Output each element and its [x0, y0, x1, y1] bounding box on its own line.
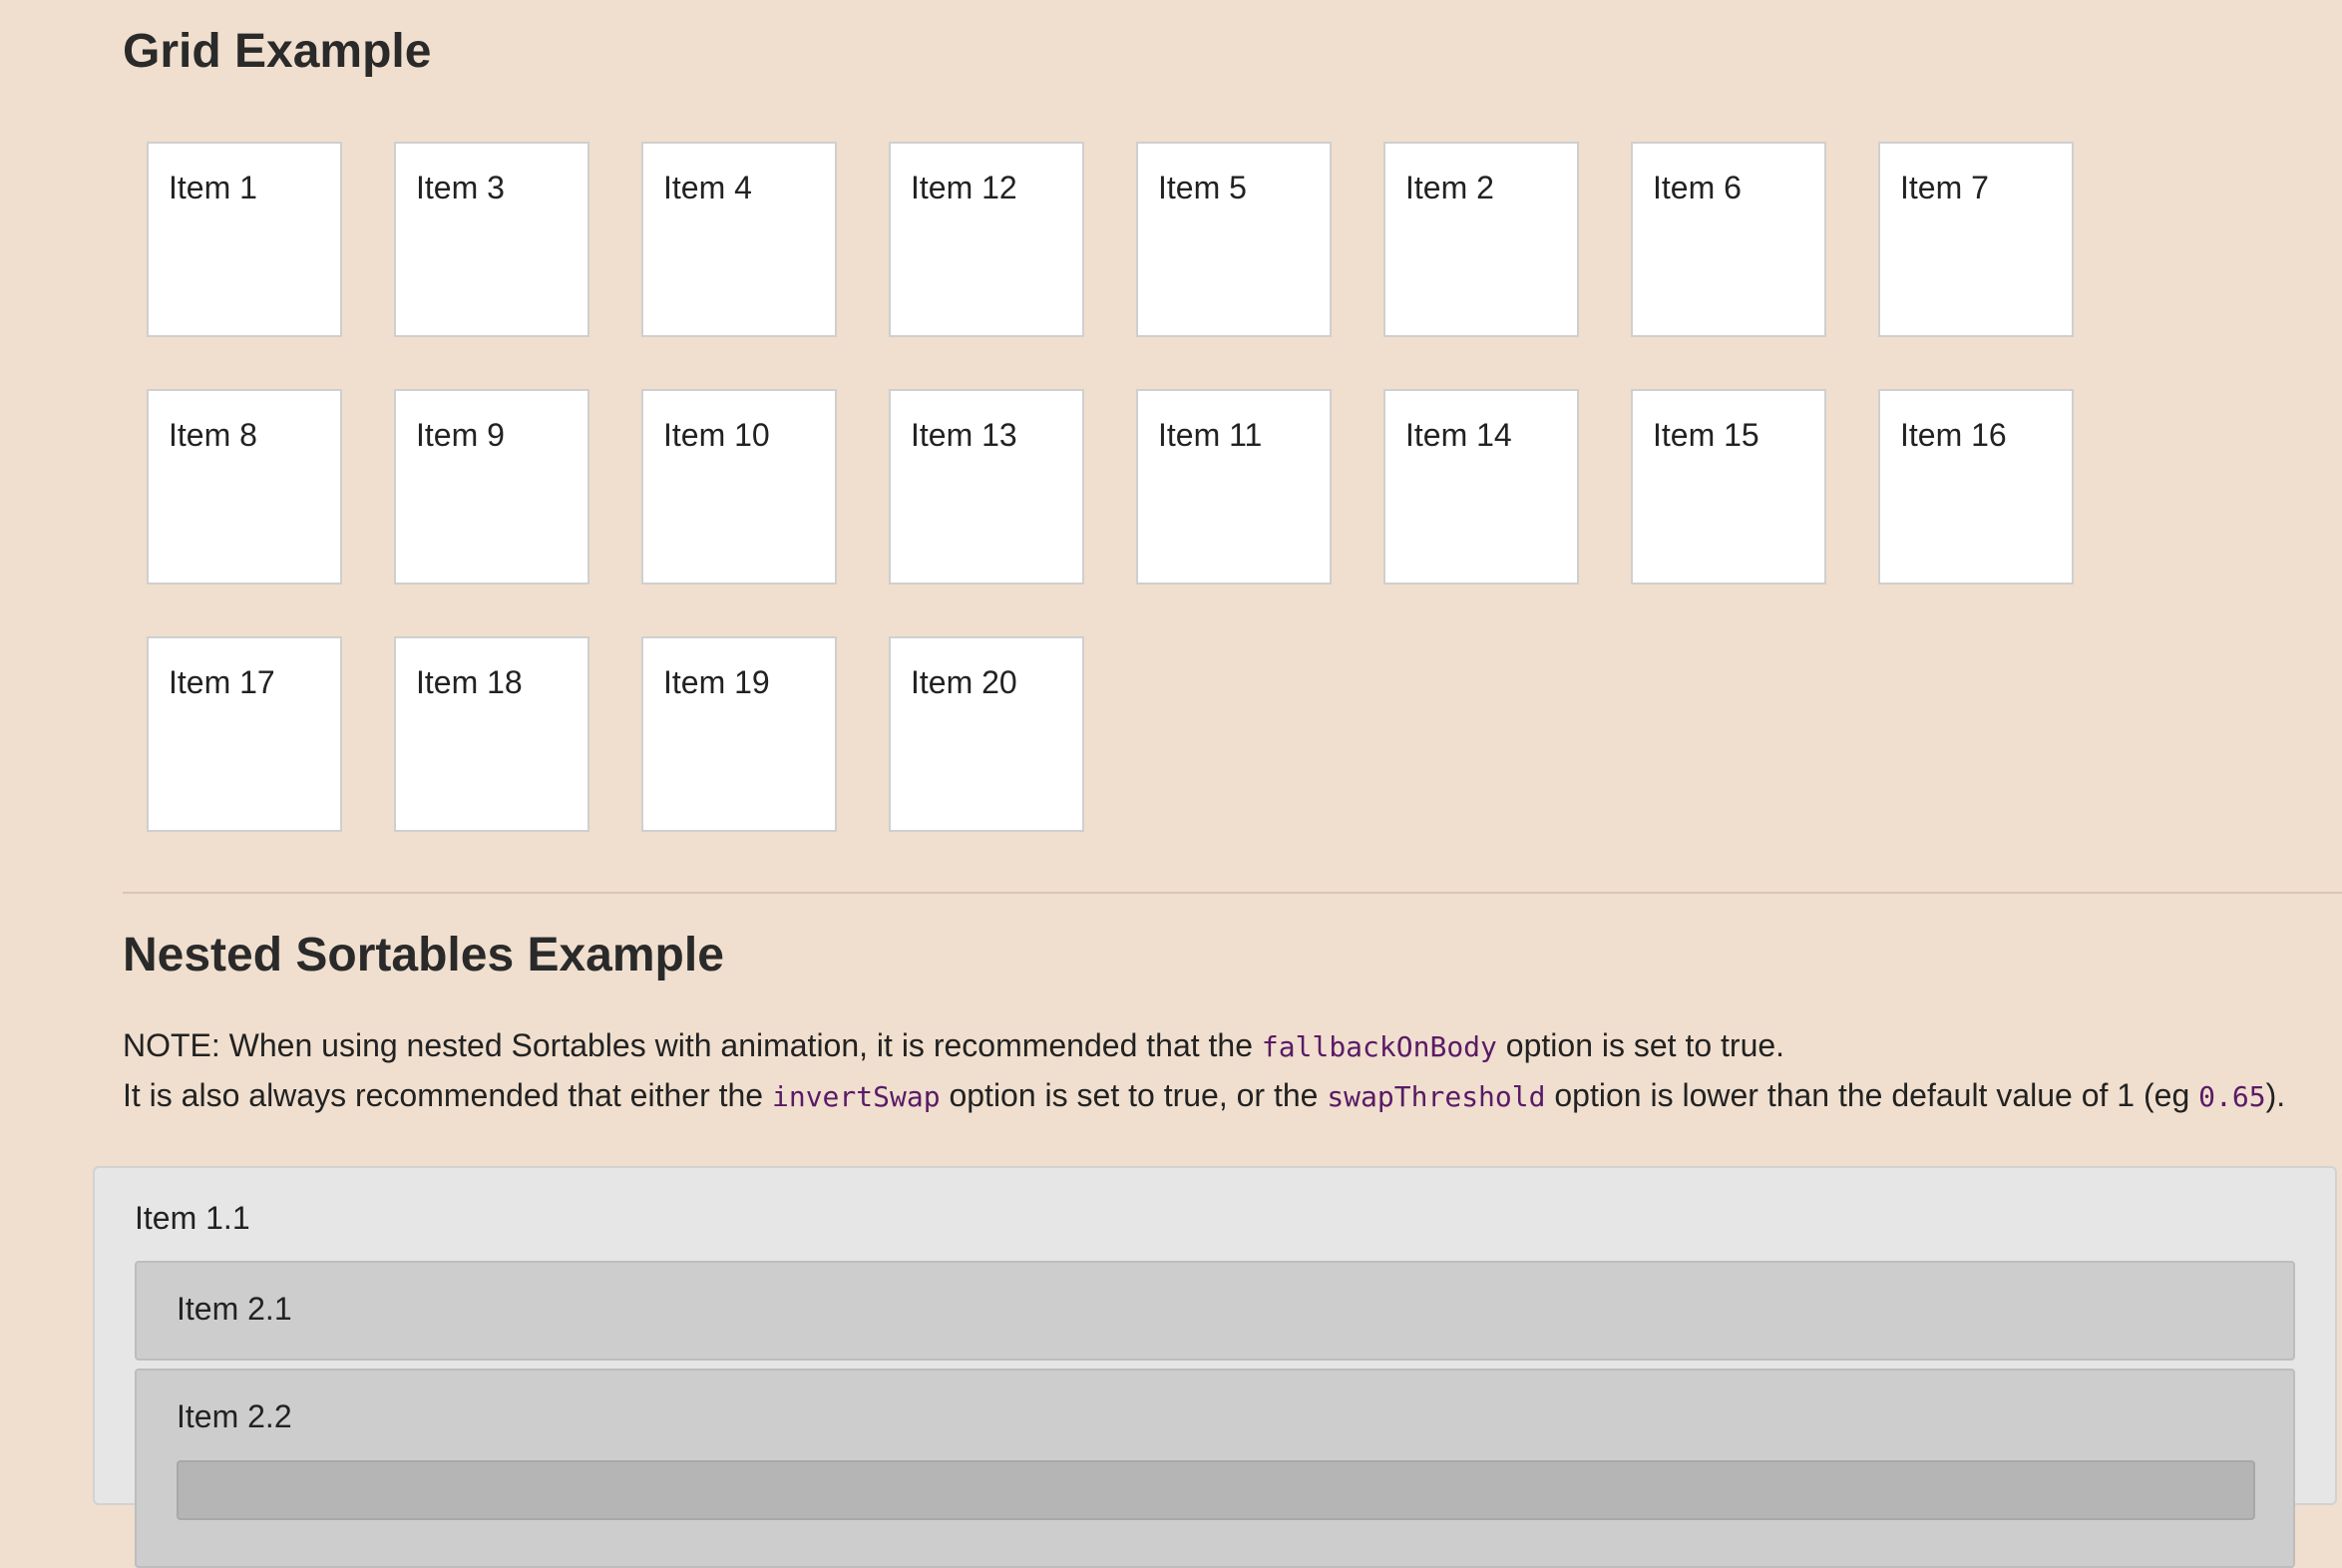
grid-item-label: Item 16: [1900, 417, 2007, 453]
threshold-value-code: 0.65: [2198, 1080, 2266, 1113]
grid-item-label: Item 15: [1653, 417, 1759, 453]
grid-item-label: Item 17: [169, 664, 275, 700]
grid-item-label: Item 2: [1405, 170, 1494, 205]
page: Grid Example Item 1 Item 3 Item 4 Item 12 It…: [0, 0, 2342, 1568]
note-line-1-text-b: option is set to true.: [1496, 1027, 1785, 1063]
grid-item[interactable]: Item 2: [1383, 142, 1579, 337]
grid-item[interactable]: Item 18: [394, 636, 589, 832]
grid-item-label: Item 7: [1900, 170, 1989, 205]
note-line-2-text-b: option is set to true, or the: [940, 1077, 1328, 1113]
grid-item-label: Item 5: [1158, 170, 1247, 205]
grid-item[interactable]: Item 6: [1631, 142, 1826, 337]
grid-item[interactable]: Item 7: [1878, 142, 2074, 337]
grid-item[interactable]: Item 14: [1383, 389, 1579, 585]
grid-item[interactable]: Item 12: [889, 142, 1084, 337]
grid-item[interactable]: Item 11: [1136, 389, 1332, 585]
grid-item[interactable]: Item 8: [147, 389, 342, 585]
grid-item-label: Item 6: [1653, 170, 1742, 205]
grid-item-label: Item 4: [663, 170, 752, 205]
note-line-2: It is also always recommended that eithe…: [123, 1071, 2317, 1121]
grid-item[interactable]: Item 16: [1878, 389, 2074, 585]
grid-item-label: Item 1: [169, 170, 257, 205]
grid-item[interactable]: Item 19: [641, 636, 837, 832]
grid-item[interactable]: Item 20: [889, 636, 1084, 832]
grid-item[interactable]: Item 10: [641, 389, 837, 585]
grid-item-label: Item 8: [169, 417, 257, 453]
nested-item-1-1-label: Item 1.1: [135, 1200, 250, 1236]
grid-item-label: Item 14: [1405, 417, 1512, 453]
grid-item[interactable]: Item 9: [394, 389, 589, 585]
nested-sortable-container[interactable]: Item 1.1 Item 2.1 Item 2.2: [93, 1166, 2337, 1568]
grid-example-title: Grid Example: [123, 25, 432, 78]
nested-sortables-title: Nested Sortables Example: [123, 929, 724, 981]
note-line-2-text-a: It is also always recommended that eithe…: [123, 1077, 772, 1113]
note-line-1: NOTE: When using nested Sortables with a…: [123, 1021, 2317, 1071]
grid-item-label: Item 20: [911, 664, 1017, 700]
grid-item-label: Item 10: [663, 417, 770, 453]
nested-item-2-1[interactable]: Item 2.1: [135, 1261, 2295, 1361]
nested-sortables-note: NOTE: When using nested Sortables with a…: [123, 1021, 2317, 1121]
note-line-1-text-a: NOTE: When using nested Sortables with a…: [123, 1027, 1262, 1063]
nested-item-2-2[interactable]: Item 2.2: [135, 1369, 2295, 1568]
grid-item[interactable]: Item 15: [1631, 389, 1826, 585]
grid-item[interactable]: Item 1: [147, 142, 342, 337]
grid-item-label: Item 13: [911, 417, 1017, 453]
section-divider: [123, 892, 2342, 894]
grid-item-label: Item 11: [1158, 417, 1263, 453]
grid-item-label: Item 12: [911, 170, 1017, 205]
swap-threshold-code: swapThreshold: [1327, 1080, 1546, 1113]
grid-item[interactable]: Item 3: [394, 142, 589, 337]
nested-item-3-container[interactable]: [177, 1460, 2255, 1520]
fallback-on-body-code: fallbackOnBody: [1261, 1030, 1497, 1063]
grid-item-label: Item 18: [416, 664, 523, 700]
grid-item[interactable]: Item 5: [1136, 142, 1332, 337]
note-line-2-text-d: ).: [2265, 1077, 2286, 1113]
nested-item-2-2-label: Item 2.2: [177, 1398, 292, 1434]
grid-item[interactable]: Item 17: [147, 636, 342, 832]
grid-item-label: Item 9: [416, 417, 505, 453]
grid-item[interactable]: Item 4: [641, 142, 837, 337]
invert-swap-code: invertSwap: [771, 1080, 941, 1113]
grid-item-label: Item 3: [416, 170, 505, 205]
note-line-2-text-c: option is lower than the default value o…: [1545, 1077, 2199, 1113]
grid-item-label: Item 19: [663, 664, 770, 700]
grid-item[interactable]: Item 13: [889, 389, 1084, 585]
nested-item-2-1-label: Item 2.1: [177, 1291, 292, 1327]
